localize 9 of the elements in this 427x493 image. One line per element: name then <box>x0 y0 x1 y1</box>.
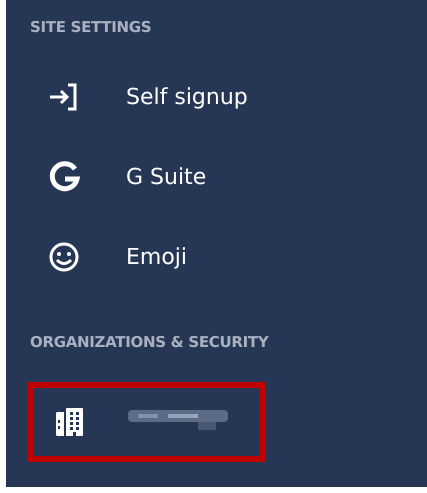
item-label: Self signup <box>126 84 248 110</box>
menu-item[interactable]: Self signup <box>46 57 248 137</box>
item-label: Emoji <box>126 244 188 270</box>
item-label: G Suite <box>126 164 206 190</box>
menu-item[interactable]: G Suite <box>46 137 206 217</box>
highlighted-menu-item[interactable] <box>28 382 266 462</box>
menu-item[interactable]: Emoji <box>46 217 188 297</box>
section-heading: SITE SETTINGS <box>29 17 152 38</box>
section-heading: ORGANIZATIONS & SECURITY <box>29 332 270 353</box>
